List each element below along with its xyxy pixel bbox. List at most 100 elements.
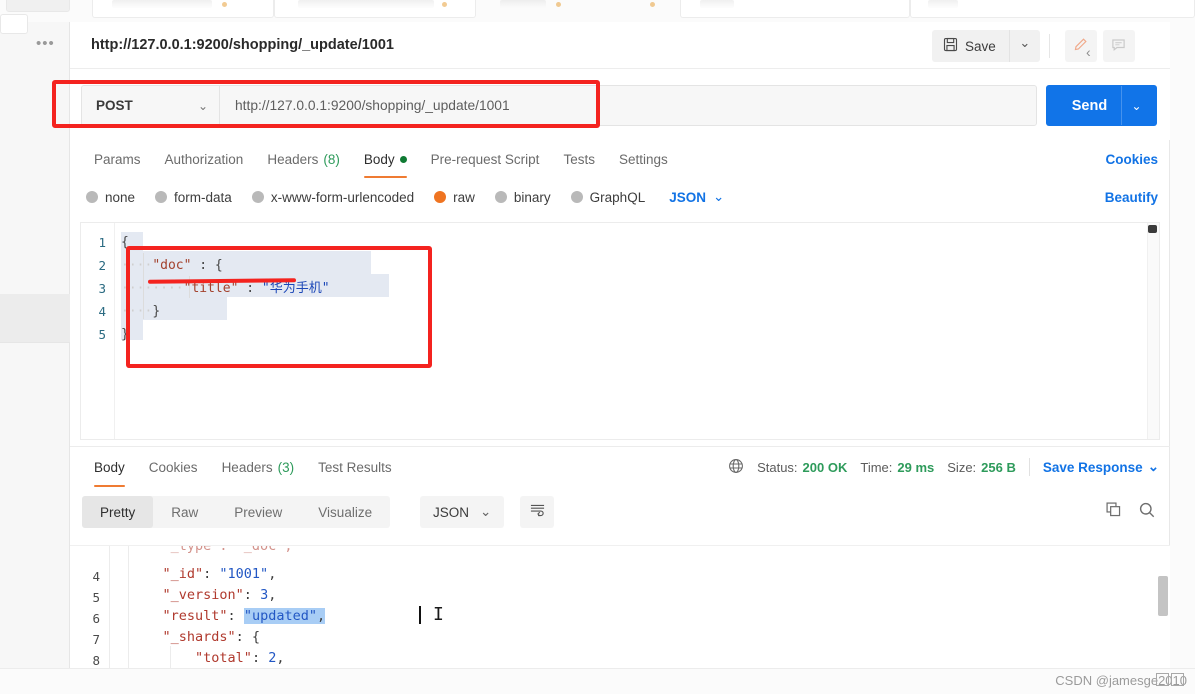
response-tab-test-results[interactable]: Test Results	[306, 447, 404, 487]
response-body-line-8: "total": 2,	[195, 650, 285, 666]
send-button-label: Send	[1071, 97, 1108, 114]
response-tab-body[interactable]: Body	[82, 447, 137, 487]
response-view-preview-label: Preview	[234, 504, 283, 520]
response-body-line-4: "_id": "1001",	[162, 566, 277, 582]
request-body-scrollbar[interactable]	[1147, 223, 1159, 439]
word-wrap-icon	[529, 502, 546, 522]
response-view-pretty-label: Pretty	[100, 504, 136, 520]
comment-icon	[1111, 37, 1126, 55]
http-method-label: POST	[96, 98, 133, 113]
glyph-box-icon	[1156, 673, 1169, 686]
request-title-row: http://127.0.0.1:9200/shopping/_update/1…	[70, 22, 1170, 69]
response-format-label: JSON	[433, 504, 470, 520]
body-format-label: JSON	[669, 189, 706, 205]
tab-headers-label: Headers	[267, 151, 319, 167]
selected-value: "updated",	[243, 608, 326, 624]
body-format-select[interactable]: JSON ⌄	[669, 189, 724, 205]
save-button[interactable]: Save	[932, 30, 1009, 62]
collapse-panel-icon[interactable]: ‹	[1086, 44, 1091, 60]
body-type-form-data[interactable]: form-data	[155, 190, 232, 205]
response-view-visualize[interactable]: Visualize	[300, 496, 390, 528]
response-tab-body-label: Body	[94, 459, 125, 475]
response-view-raw[interactable]: Raw	[153, 496, 216, 528]
tab-settings[interactable]: Settings	[607, 140, 680, 178]
url-input[interactable]: http://127.0.0.1:9200/shopping/_update/1…	[219, 85, 1037, 126]
body-type-urlencoded[interactable]: x-www-form-urlencoded	[251, 189, 415, 205]
save-response-chevron-down-icon[interactable]: ⌄	[1148, 459, 1159, 475]
sidebar-collection-chip[interactable]	[0, 14, 28, 34]
body-type-urlencoded-label: x-www-form-urlencoded	[270, 189, 415, 205]
body-type-binary[interactable]: binary	[494, 190, 551, 205]
request-body-line-4: ····}	[121, 304, 161, 319]
line-number: 2	[98, 258, 106, 273]
tab-body[interactable]: Body	[352, 140, 419, 178]
sidebar-divider	[0, 342, 70, 343]
response-toolbar: Pretty Raw Preview Visualize JSON ⌄	[70, 487, 1170, 537]
request-pane: http://127.0.0.1:9200/shopping/_update/1…	[70, 22, 1170, 694]
sidebar-more-icon[interactable]: •••	[36, 36, 55, 51]
response-line-number: 6	[92, 611, 100, 626]
floppy-disk-icon	[943, 37, 958, 55]
response-tab-cookies[interactable]: Cookies	[137, 447, 210, 487]
word-wrap-button[interactable]	[520, 496, 554, 528]
tab-pre-request-script[interactable]: Pre-request Script	[419, 140, 552, 178]
size-label: Size:	[947, 459, 977, 475]
http-method-select[interactable]: POST ⌄	[81, 85, 219, 126]
response-tab-cookies-label: Cookies	[148, 459, 198, 475]
response-body-scrollbar-thumb[interactable]	[1158, 576, 1168, 616]
sidebar-active-item[interactable]	[0, 294, 70, 342]
comment-button[interactable]	[1102, 30, 1135, 62]
response-body-line-6: "result": "updated",	[162, 608, 326, 624]
line-number: 3	[98, 281, 106, 296]
body-type-graphql[interactable]: GraphQL	[570, 190, 645, 205]
radio-icon	[494, 191, 507, 203]
tab-body-label: Body	[363, 151, 395, 167]
response-actions	[1105, 496, 1156, 528]
send-options-chevron-down-icon[interactable]: ⌄	[1121, 86, 1151, 125]
body-type-form-data-label: form-data	[174, 189, 232, 205]
tab-4-text-ghost	[700, 0, 734, 8]
tab-authorization[interactable]: Authorization	[153, 140, 256, 178]
copy-icon[interactable]	[1105, 501, 1122, 523]
url-bar-row: POST ⌄ http://127.0.0.1:9200/shopping/_u…	[70, 69, 1170, 140]
tab-pre-request-script-label: Pre-request Script	[430, 151, 540, 167]
response-format-select[interactable]: JSON ⌄	[420, 496, 505, 528]
send-button[interactable]: Send ⌄	[1046, 85, 1157, 126]
edit-button[interactable]	[1064, 30, 1097, 62]
response-view-pretty[interactable]: Pretty	[82, 496, 154, 528]
save-response-button[interactable]: Save Response	[1043, 460, 1143, 475]
response-body-line-7: "_shards": {	[162, 629, 261, 645]
request-tabs: Params Authorization Headers (8) Body Pr…	[70, 140, 1170, 178]
size-value: 256 B	[981, 459, 1016, 475]
body-type-none[interactable]: none	[86, 190, 135, 205]
request-body-editor[interactable]: 1 2 3 4 5 { ····"doc" : { ········"title…	[80, 222, 1160, 440]
response-view-segmented: Pretty Raw Preview Visualize	[82, 496, 391, 528]
tab-4-unsaved-dot	[650, 2, 655, 7]
beautify-link[interactable]: Beautify	[1105, 178, 1158, 216]
tab-params-label: Params	[94, 151, 141, 167]
right-rail	[1170, 22, 1195, 694]
sidebar: •••	[0, 14, 70, 694]
radio-selected-icon	[434, 191, 447, 203]
response-view-preview[interactable]: Preview	[216, 496, 300, 528]
save-options-button[interactable]: ⌄	[1008, 30, 1040, 62]
request-body-line-1: {	[121, 235, 129, 250]
tab-3-unsaved-dot	[556, 2, 561, 7]
request-body-line-5: }	[121, 327, 129, 342]
radio-icon	[570, 191, 583, 203]
text-cursor-pointer-icon: I	[433, 604, 444, 625]
save-group: Save ⌄	[932, 30, 1135, 62]
search-icon[interactable]	[1138, 501, 1156, 524]
tab-params[interactable]: Params	[82, 140, 153, 178]
watermark-overlay-glyphs	[1155, 673, 1185, 687]
tab-headers[interactable]: Headers (8)	[255, 140, 352, 178]
request-body-scrollbar-thumb[interactable]	[1148, 225, 1157, 233]
text-caret	[419, 606, 421, 624]
cookies-link[interactable]: Cookies	[1105, 140, 1158, 178]
save-button-label: Save	[965, 38, 996, 54]
response-line-number: 4	[92, 569, 100, 584]
response-tab-headers[interactable]: Headers (3)	[210, 447, 307, 487]
body-type-raw[interactable]: raw	[434, 190, 475, 205]
tab-tests[interactable]: Tests	[551, 140, 607, 178]
body-type-options: none form-data x-www-form-urlencoded raw…	[70, 178, 1170, 216]
